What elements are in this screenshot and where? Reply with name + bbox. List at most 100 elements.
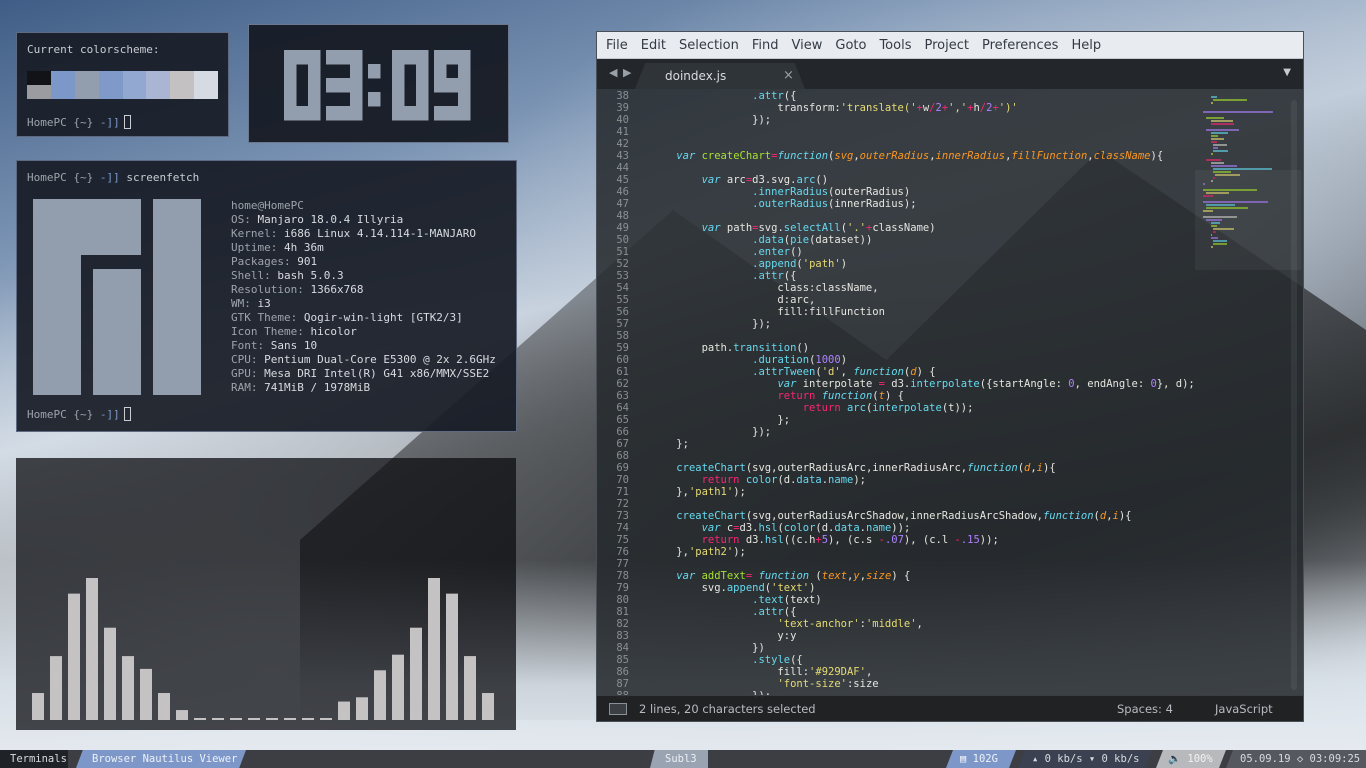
tab-doindex-js[interactable]: doindex.js ×	[635, 63, 805, 89]
info-key: CPU:	[231, 353, 258, 366]
code-line: 49 var path=svg.selectAll('.'+className)	[597, 222, 1197, 234]
minimap-line	[1203, 216, 1237, 218]
line-source: var path=svg.selectAll('.'+className)	[701, 222, 936, 234]
code-line: 64 return arc(interpolate(t));	[597, 402, 1197, 414]
line-source: 'text-anchor':'middle',	[777, 618, 923, 630]
line-number: 39	[616, 102, 629, 114]
workspace-terminals[interactable]: Terminals	[0, 750, 68, 768]
line-source: d:arc,	[651, 294, 816, 306]
prompt-host: HomePC {~}	[27, 116, 94, 129]
code-line: 45 var arc=d3.svg.arc()	[597, 174, 1197, 186]
prompt-host: HomePC {~}	[27, 171, 94, 184]
line-number: 44	[616, 162, 629, 174]
info-row: CPU: Pentium Dual-Core E5300 @ 2x 2.6GHz	[231, 353, 496, 367]
logo-bar-top	[81, 199, 141, 255]
minimap-line	[1213, 147, 1219, 149]
line-number: 60	[616, 354, 629, 366]
line-source: var c=d3.hsl(color(d.data.name));	[701, 522, 911, 534]
line-source: })	[651, 642, 765, 654]
line-number: 50	[616, 234, 629, 246]
minimap-line	[1213, 231, 1216, 233]
code-line: 59 path.transition()	[597, 342, 1197, 354]
clock-digit	[434, 50, 471, 121]
menu-selection[interactable]: Selection	[679, 38, 739, 53]
visualizer-bar	[50, 656, 62, 720]
terminal-prompt: HomePC {~} -]] screenfetch	[27, 171, 506, 185]
info-key: OS:	[231, 213, 251, 226]
menu-goto[interactable]: Goto	[835, 38, 866, 53]
menu-project[interactable]: Project	[924, 38, 968, 53]
clock-widget: 03:09	[248, 24, 509, 143]
code-line: 50 .data(pie(dataset))	[597, 234, 1197, 246]
info-value: 4h 36m	[283, 241, 324, 254]
close-tab-icon[interactable]: ×	[783, 68, 794, 83]
line-number: 63	[616, 390, 629, 402]
menu-file[interactable]: File	[606, 38, 628, 53]
line-source: path.transition()	[651, 342, 810, 354]
volume-indicator[interactable]: 🔈 100%	[1156, 750, 1226, 768]
info-row: Resolution: 1366x768	[231, 283, 496, 297]
line-source: .data(pie(dataset))	[752, 234, 873, 246]
menu-edit[interactable]: Edit	[641, 38, 666, 53]
line-number: 84	[616, 642, 629, 654]
visualizer-bar	[104, 627, 116, 720]
workspace-browser[interactable]: Browser Nautilus Viewer	[76, 750, 246, 768]
code-line: 38 .attr({	[597, 90, 1197, 102]
info-row: WM: i3	[231, 297, 496, 311]
terminal-prompt[interactable]: HomePC {~} -]]	[27, 407, 131, 422]
menu-bar: File Edit Selection Find View Goto Tools Projec…	[597, 32, 1303, 59]
minimap-line	[1213, 150, 1229, 152]
workspace-subl3[interactable]: Subl3	[650, 750, 708, 768]
code-area[interactable]: 38 .attr({39 transform:'translate('+w/2+…	[597, 90, 1197, 698]
terminal-prompt[interactable]: HomePC {~} -]]	[27, 115, 218, 130]
text-cursor	[123, 407, 131, 421]
code-line: 77	[597, 558, 1197, 570]
line-number: 43	[616, 150, 629, 162]
line-number: 77	[616, 558, 629, 570]
visualizer-bar	[482, 693, 494, 720]
line-number: 86	[616, 666, 629, 678]
minimap-line	[1205, 129, 1240, 131]
info-row: Font: Sans 10	[231, 339, 496, 353]
colorscheme-title: Current colorscheme:	[27, 43, 160, 56]
minimap-line	[1210, 135, 1218, 137]
vertical-scrollbar[interactable]	[1291, 100, 1297, 690]
menu-preferences[interactable]: Preferences	[982, 38, 1058, 53]
menu-help[interactable]: Help	[1071, 38, 1101, 53]
minimap-line	[1203, 183, 1206, 185]
syntax-status[interactable]: JavaScript	[1215, 702, 1273, 716]
sublime-editor-window[interactable]: File Edit Selection Find View Goto Tools Projec…	[596, 31, 1304, 722]
minimap-line	[1213, 144, 1228, 146]
line-source: return function(t) {	[777, 390, 904, 402]
code-line: 61 .attrTween('d', function(d) {	[597, 366, 1197, 378]
visualizer-bar	[158, 693, 170, 720]
info-row: Kernel: i686 Linux 4.14.114-1-MANJARO	[231, 227, 496, 241]
line-number: 82	[616, 618, 629, 630]
tab-dropdown-icon[interactable]: ▼	[1283, 67, 1291, 78]
color-swatches	[27, 71, 218, 99]
colorscheme-terminal[interactable]: Current colorscheme: HomePC {~} -]]	[16, 32, 229, 137]
swatch-top	[27, 71, 51, 85]
code-line: 42	[597, 138, 1197, 150]
screenfetch-terminal[interactable]: HomePC {~} -]] screenfetch home@HomePC O…	[16, 160, 517, 432]
tab-nav-arrows[interactable]: ◀ ▶	[609, 66, 632, 79]
date-time: 05.09.19 ◇ 03:09:25	[1226, 750, 1366, 768]
minimap-line	[1210, 162, 1225, 164]
menu-view[interactable]: View	[792, 38, 823, 53]
info-key: Icon Theme:	[231, 325, 304, 338]
line-number: 61	[616, 366, 629, 378]
line-number: 79	[616, 582, 629, 594]
line-source: var createChart=function(svg,outerRadius…	[676, 150, 1164, 162]
menu-tools[interactable]: Tools	[879, 38, 911, 53]
minimap-line	[1203, 210, 1214, 212]
minimap-line	[1203, 195, 1214, 197]
minimap[interactable]	[1195, 90, 1301, 698]
menu-find[interactable]: Find	[752, 38, 779, 53]
indentation-status[interactable]: Spaces: 4	[1117, 702, 1173, 716]
visualizer-bar	[212, 718, 224, 720]
visualizer-bars	[32, 578, 494, 720]
panel-toggle-icon[interactable]	[609, 703, 627, 715]
line-number: 57	[616, 318, 629, 330]
line-source: .style({	[752, 654, 803, 666]
info-row: RAM: 741MiB / 1978MiB	[231, 381, 496, 395]
